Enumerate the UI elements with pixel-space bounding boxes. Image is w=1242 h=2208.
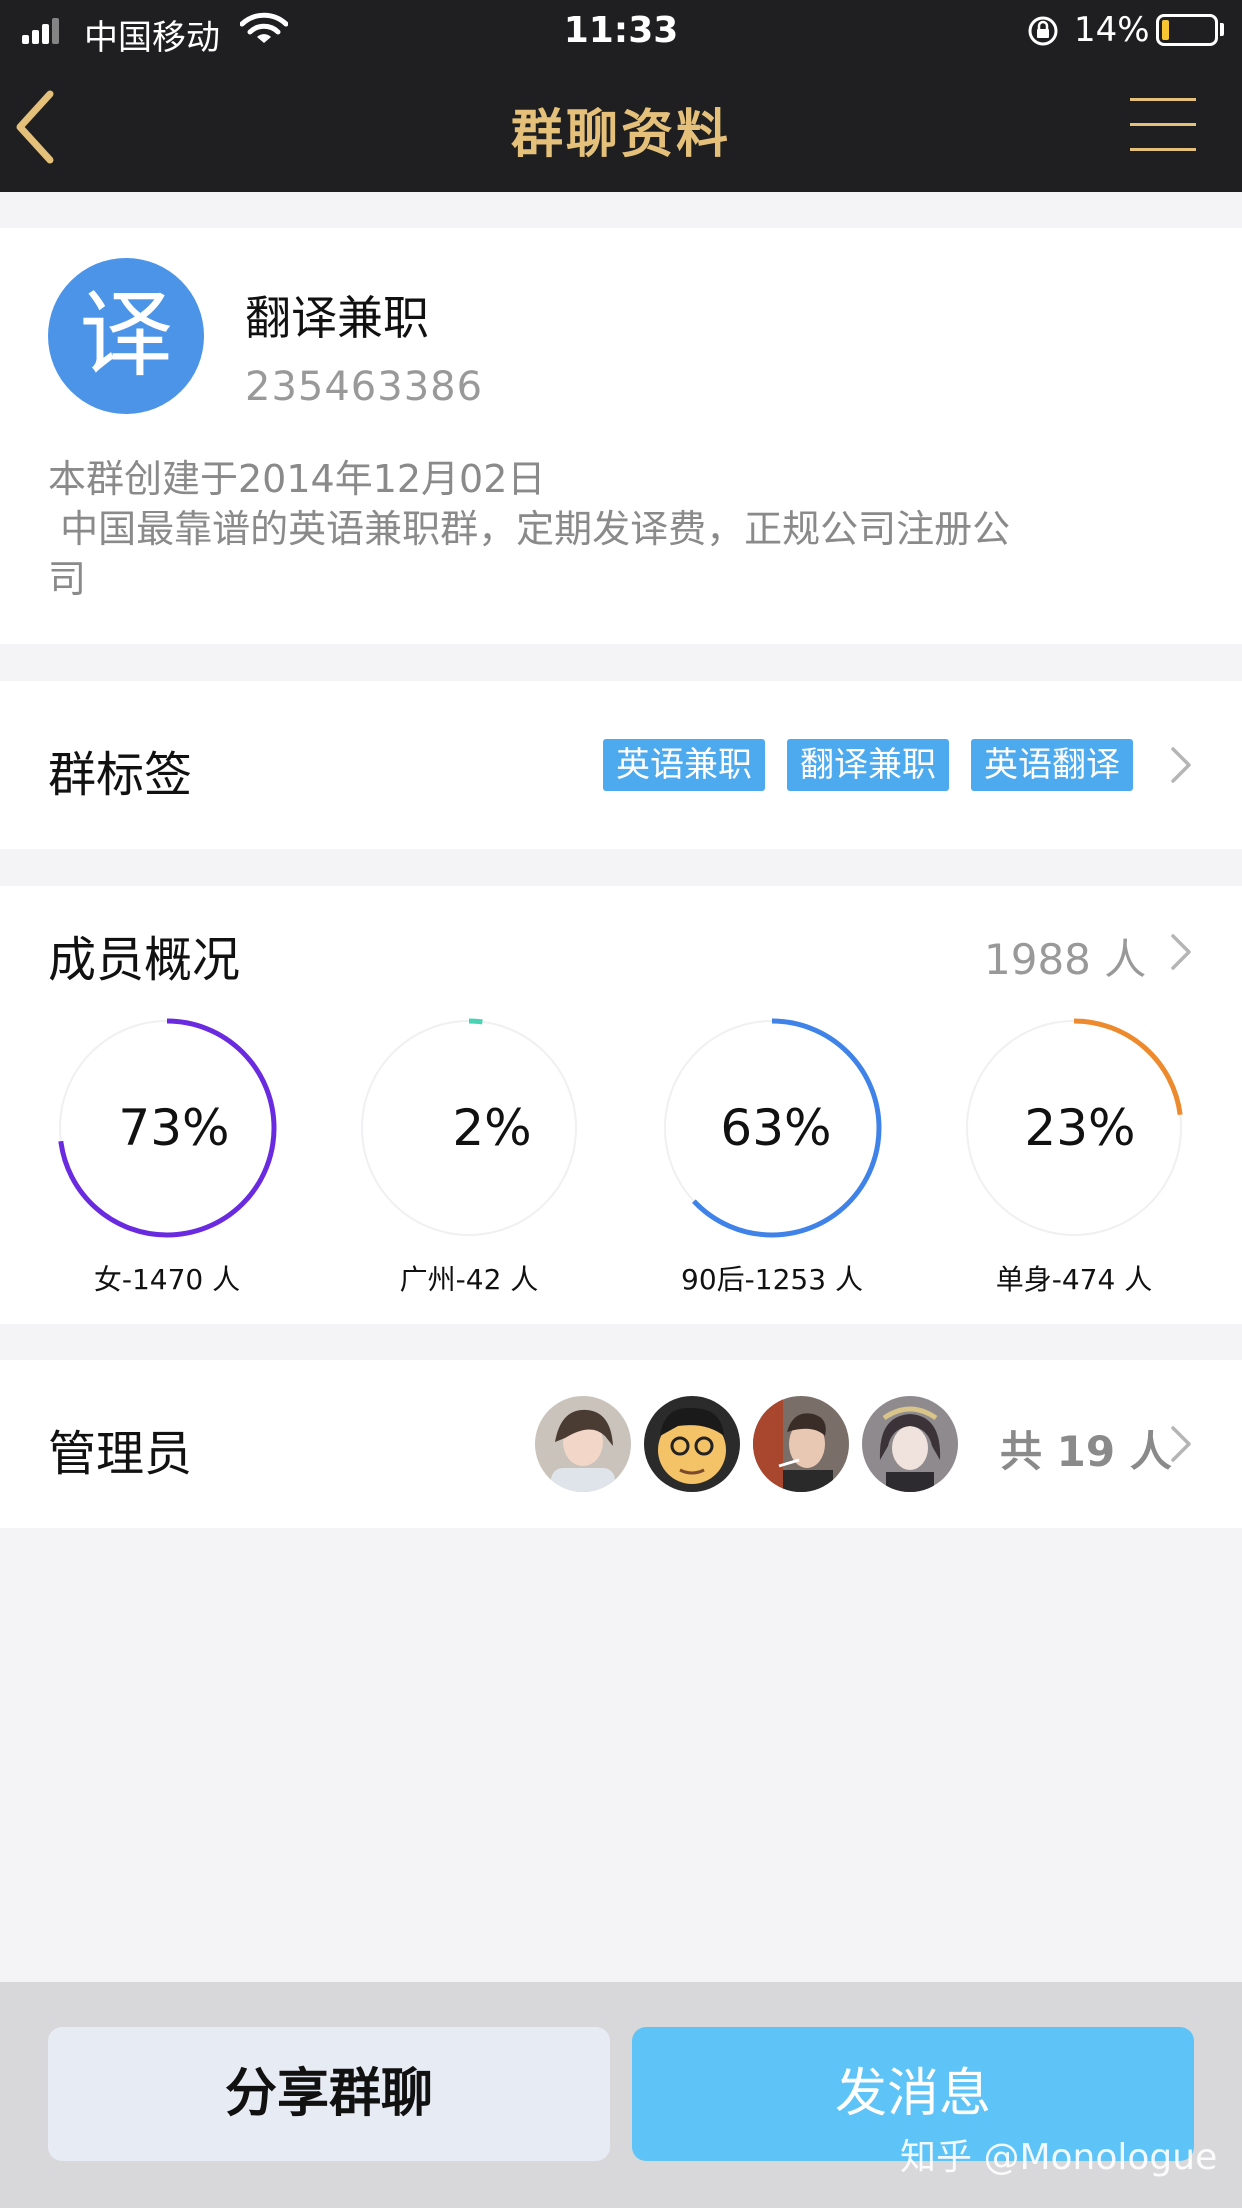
admin-avatar[interactable] <box>535 1396 631 1492</box>
group-id: 235463386 <box>245 364 484 410</box>
admins-row[interactable]: 管理员 共 19 人 <box>0 1360 1242 1528</box>
member-stat-label: 女-1470 人 <box>93 1263 241 1296</box>
member-stat-value: 23% <box>1024 1099 1136 1157</box>
member-count: 1988 人 <box>984 935 1147 984</box>
member-overview-card[interactable]: 成员概况 1988 人 73% 女-1470 人 2% 广州-42 人 63% … <box>0 886 1242 1324</box>
group-avatar[interactable]: 译 <box>48 258 204 414</box>
share-group-button[interactable]: 分享群聊 <box>48 2027 610 2161</box>
menu-icon[interactable] <box>1130 98 1196 152</box>
orientation-lock-icon <box>1028 16 1058 46</box>
group-tag: 翻译兼职 <box>787 739 949 791</box>
admin-avatar[interactable] <box>753 1396 849 1492</box>
chevron-right-icon <box>1171 1426 1191 1462</box>
group-tags-row[interactable]: 群标签 英语兼职 翻译兼职 英语翻译 <box>0 681 1242 849</box>
member-stat-value: 2% <box>452 1099 532 1157</box>
member-stat-value: 73% <box>118 1099 230 1157</box>
status-bar: 中国移动 11:33 14% <box>0 0 1242 62</box>
chevron-right-icon <box>1171 747 1191 783</box>
group-created: 本群创建于2014年12月02日 <box>48 457 546 501</box>
top-bar: 中国移动 11:33 14% 群聊资料 <box>0 0 1242 192</box>
group-name: 翻译兼职 <box>245 291 429 345</box>
page-title: 群聊资料 <box>510 105 731 165</box>
battery-icon <box>1156 14 1218 46</box>
group-tag: 英语翻译 <box>971 739 1133 791</box>
chevron-right-icon <box>1171 934 1191 970</box>
group-tag: 英语兼职 <box>603 739 765 791</box>
member-stat-label: 90后-1253 人 <box>681 1263 863 1296</box>
member-stat-value: 63% <box>720 1099 832 1157</box>
member-stat-label: 单身-474 人 <box>995 1263 1153 1296</box>
watermark: 知乎 @Monologue <box>900 2137 1218 2178</box>
admin-avatar[interactable] <box>862 1396 958 1492</box>
admins-total: 共 19 人 <box>1000 1427 1172 1476</box>
group-description: 本群创建于2014年12月02日 中国最靠谱的英语兼职群，定期发译费，正规公司注… <box>48 454 1198 604</box>
group-intro: 中国最靠谱的英语兼职群，定期发译费，正规公司注册公 司 <box>48 507 1011 601</box>
member-overview-title: 成员概况 <box>48 932 241 988</box>
admin-avatar[interactable] <box>644 1396 740 1492</box>
admins-title: 管理员 <box>48 1426 193 1482</box>
battery-percent: 14% <box>1074 10 1150 50</box>
member-stat-label: 广州-42 人 <box>399 1263 539 1296</box>
group-tags-title: 群标签 <box>48 747 193 803</box>
group-info-card: 译 翻译兼职 235463386 本群创建于2014年12月02日 中国最靠谱的… <box>0 228 1242 644</box>
